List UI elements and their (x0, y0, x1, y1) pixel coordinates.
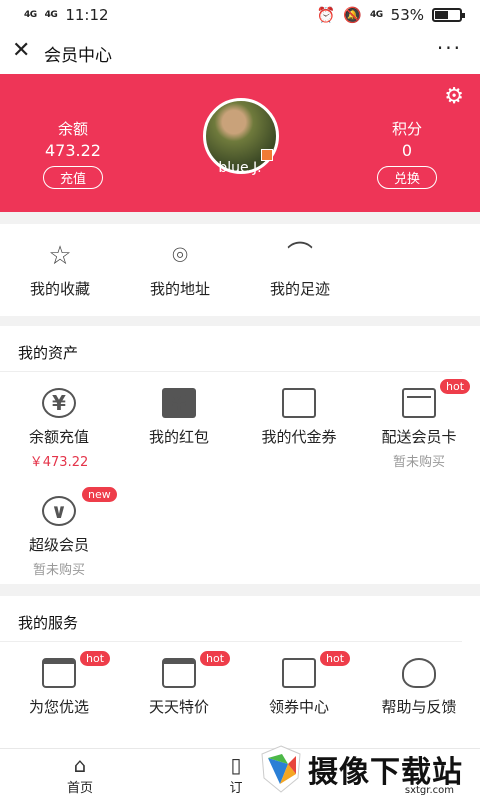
tab-label: 首页 (66, 781, 93, 796)
close-icon[interactable]: ✕ (12, 38, 30, 63)
quick-label: 我的收藏 (29, 280, 90, 298)
service-label: 天天特价 (148, 698, 209, 716)
service-coupon-center[interactable]: 领券中心 (244, 658, 354, 717)
coupon-icon (282, 658, 316, 688)
quick-links: ☆ 我的收藏 ⌾ 我的地址 ⌒ 我的足迹 (0, 224, 480, 316)
yen-circle-icon: ¥ (42, 388, 76, 418)
watermark: 摄像下载站 sxtgr.com (258, 738, 480, 800)
store-icon (162, 658, 196, 688)
status-bar: 4G 4G 11:12 ⏰ 🔕 4G 53% (0, 0, 480, 32)
asset-label: 余额充值 (28, 428, 89, 446)
asset-label: 超级会员 (28, 536, 89, 554)
balance-value: 473.22 (45, 141, 101, 160)
alarm-icon: ⏰ (316, 6, 336, 24)
card-icon (402, 388, 436, 418)
lightbulb-icon (402, 658, 436, 688)
asset-label: 配送会员卡 (381, 428, 457, 446)
quick-address[interactable]: ⌾ 我的地址 (130, 240, 230, 299)
store-icon (42, 658, 76, 688)
quick-label: 我的足迹 (269, 280, 330, 298)
section-title: 我的服务 (0, 596, 462, 642)
battery-percent: 53% (390, 6, 424, 24)
page-title: 会员中心 (44, 46, 112, 66)
asset-balance: ￥473.22 (29, 455, 89, 470)
hot-badge: hot (320, 651, 351, 666)
quick-label: 我的地址 (149, 280, 210, 298)
balance-label: 余额 (57, 120, 88, 138)
voucher-icon (282, 388, 316, 418)
nav-bar: ✕ 会员中心 ··· (0, 32, 480, 74)
services-section: 我的服务 为您优选 hot 天天特价 hot 领券中心 hot 帮助与反馈 (0, 596, 480, 748)
signal-icon: 4G (24, 10, 37, 20)
asset-voucher[interactable]: 我的代金券 (244, 388, 354, 447)
star-icon: ☆ (48, 241, 72, 271)
asset-label: 我的代金券 (261, 428, 337, 446)
quick-footprint[interactable]: ⌒ 我的足迹 (250, 240, 350, 299)
more-menu-icon[interactable]: ··· (437, 36, 462, 60)
clock: 11:12 (65, 6, 109, 24)
asset-label: 我的红包 (148, 428, 209, 446)
battery-icon (432, 8, 465, 22)
footprint-icon: ⌒ (286, 241, 313, 271)
gear-icon[interactable]: ⚙ (444, 84, 464, 109)
service-daily-deals[interactable]: 天天特价 (124, 658, 234, 717)
asset-super-vip[interactable]: ∨ 超级会员 暂未购买 (4, 496, 114, 578)
asset-status: 暂未购买 (32, 563, 85, 578)
asset-recharge[interactable]: ¥ 余额充值 ￥473.22 (4, 388, 114, 470)
asset-delivery-card[interactable]: 配送会员卡 暂未购买 (364, 388, 474, 470)
vip-icon: ∨ (42, 496, 76, 526)
service-help-feedback[interactable]: 帮助与反馈 (364, 658, 474, 717)
asset-red-envelope[interactable]: ¥ 我的红包 (124, 388, 234, 447)
asset-status: 暂未购买 (392, 455, 445, 470)
service-label: 领券中心 (268, 698, 329, 716)
mobile-signal-icon: 4G (370, 10, 383, 20)
recharge-button[interactable]: 充值 (42, 166, 103, 189)
signal-icon-2: 4G (44, 10, 58, 20)
service-label: 为您优选 (28, 698, 89, 716)
points-block: 积分 0 兑换 (372, 118, 442, 189)
exchange-button[interactable]: 兑换 (376, 166, 437, 189)
assets-section: 我的资产 ¥ 余额充值 ￥473.22 ¥ 我的红包 我的代金券 配送会员卡 暂… (0, 326, 480, 584)
hot-badge: hot (200, 651, 231, 666)
hot-badge: hot (80, 651, 111, 666)
new-badge: new (82, 487, 117, 502)
mute-icon: 🔕 (343, 6, 362, 24)
quick-favorites[interactable]: ☆ 我的收藏 (10, 240, 110, 299)
hot-badge: hot (440, 379, 471, 394)
location-pin-icon: ⌾ (172, 241, 188, 271)
watermark-logo-icon (261, 745, 301, 793)
member-header: ⚙ 余额 473.22 充值 blue J. 积分 0 兑换 (0, 74, 480, 212)
home-icon: ⌂ (73, 753, 87, 777)
service-label: 帮助与反馈 (381, 698, 457, 716)
watermark-url: sxtgr.com (404, 785, 454, 796)
section-title: 我的资产 (0, 326, 462, 372)
service-picks[interactable]: 为您优选 (4, 658, 114, 717)
tab-home[interactable]: ⌂ 首页 (40, 753, 120, 796)
points-value: 0 (401, 141, 413, 160)
red-envelope-icon: ¥ (162, 388, 196, 418)
username: blue J. (218, 160, 262, 176)
points-label: 积分 (391, 120, 422, 138)
balance-block: 余额 473.22 充值 (38, 118, 108, 189)
